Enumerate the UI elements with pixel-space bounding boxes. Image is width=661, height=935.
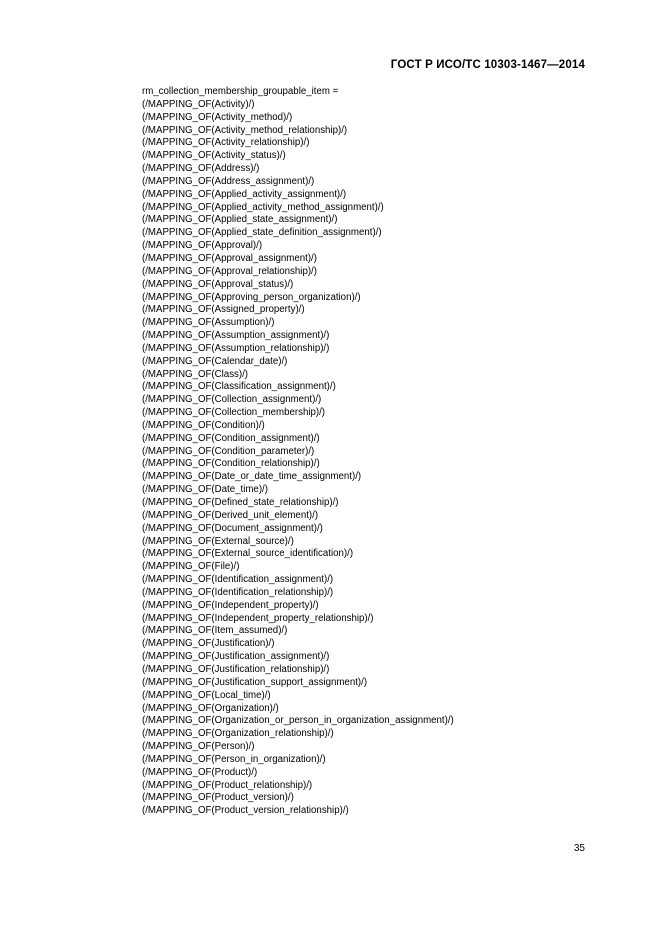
mapping-of-line: (/MAPPING_OF(Approval)/) [142,240,263,252]
mapping-of-line: (/MAPPING_OF(Assigned_property)/) [142,304,305,316]
mapping-of-line: (/MAPPING_OF(Document_assignment)/) [142,522,323,534]
mapping-of-list: (/MAPPING_OF(Activity)/) (/MAPPING_OF(Act… [142,99,622,818]
mapping-of-line: (/MAPPING_OF(Condition_relationship)/) [142,458,320,470]
mapping-of-line: (/MAPPING_OF(Independent_property)/) [142,599,319,611]
definition-title: rm_collection_membership_groupable_item … [142,86,339,97]
mapping-of-line: (/MAPPING_OF(External_source_identificat… [142,548,354,560]
mapping-definition-block: rm_collection_membership_groupable_item … [142,86,622,818]
mapping-of-line: (/MAPPING_OF(Activity_method)/) [142,111,293,123]
mapping-of-line: (/MAPPING_OF(Justification_support_assig… [142,676,368,688]
mapping-of-line: (/MAPPING_OF(Person)/) [142,741,255,753]
mapping-of-line: (/MAPPING_OF(Assumption_relationship)/) [142,342,330,354]
mapping-of-line: (/MAPPING_OF(Approving_person_organizati… [142,291,361,303]
mapping-of-line: (/MAPPING_OF(Organization)/) [142,702,279,714]
mapping-of-line: (/MAPPING_OF(Derived_unit_element)/) [142,509,319,521]
mapping-of-line: (/MAPPING_OF(Condition)/) [142,419,265,431]
mapping-of-line: (/MAPPING_OF(Approval_status)/) [142,278,294,290]
mapping-of-line: (/MAPPING_OF(Applied_state_definition_as… [142,227,382,239]
mapping-of-line: (/MAPPING_OF(Product_version_relationshi… [142,805,349,817]
mapping-of-line: (/MAPPING_OF(Date_time)/) [142,484,268,496]
mapping-of-line: (/MAPPING_OF(Organization_relationship)/… [142,728,334,740]
mapping-of-line: (/MAPPING_OF(Product_version)/) [142,792,294,804]
mapping-of-line: (/MAPPING_OF(Justification_assignment)/) [142,651,330,663]
mapping-of-line: (/MAPPING_OF(Identification_assignment)/… [142,574,334,586]
mapping-of-line: (/MAPPING_OF(Class)/) [142,368,249,380]
mapping-of-line: (/MAPPING_OF(Defined_state_relationship)… [142,497,339,508]
mapping-of-line: (/MAPPING_OF(Applied_activity_assignment… [142,188,347,200]
mapping-of-line: (/MAPPING_OF(Assumption)/) [142,317,275,329]
mapping-of-line: (/MAPPING_OF(Item_assumed)/) [142,625,288,637]
mapping-of-line: (/MAPPING_OF(Person_in_organization)/) [142,753,326,765]
mapping-of-line: (/MAPPING_OF(Assumption_assignment)/) [142,330,330,342]
mapping-of-line: (/MAPPING_OF(Collection_membership)/) [142,407,326,419]
mapping-of-line: (/MAPPING_OF(Justification)/) [142,638,275,650]
mapping-of-line: (/MAPPING_OF(Local_time)/) [142,689,271,701]
mapping-of-line: (/MAPPING_OF(File)/) [142,561,240,573]
mapping-of-line: (/MAPPING_OF(Product)/) [142,766,258,778]
mapping-of-line: (/MAPPING_OF(Product_relationship)/) [142,779,313,791]
mapping-of-line: (/MAPPING_OF(Date_or_date_time_assignmen… [142,471,362,483]
standard-header: ГОСТ Р ИСО/ТС 10303-1467—2014 [390,59,585,71]
mapping-of-line: (/MAPPING_OF(Independent_property_relati… [142,612,374,624]
mapping-of-line: (/MAPPING_OF(Activity_status)/) [142,150,286,162]
mapping-of-line: (/MAPPING_OF(Address)/) [142,163,260,175]
mapping-of-line: (/MAPPING_OF(Justification_relationship)… [142,663,330,675]
mapping-of-line: (/MAPPING_OF(Activity)/) [142,98,255,110]
mapping-of-line: (/MAPPING_OF(Condition_assignment)/) [142,432,320,444]
mapping-of-line: (/MAPPING_OF(Activity_method_relationshi… [142,124,348,136]
mapping-of-line: (/MAPPING_OF(Collection_assignment)/) [142,394,322,406]
mapping-of-line: (/MAPPING_OF(Classification_assignment)/… [142,381,336,393]
mapping-of-line: (/MAPPING_OF(External_source)/) [142,535,294,547]
mapping-of-line: (/MAPPING_OF(Activity_relationship)/) [142,137,310,149]
mapping-of-line: (/MAPPING_OF(Address_assignment)/) [142,175,315,187]
mapping-of-line: (/MAPPING_OF(Organization_or_person_in_o… [142,715,454,727]
mapping-of-line: (/MAPPING_OF(Applied_state_assignment)/) [142,214,338,226]
mapping-of-line: (/MAPPING_OF(Approval_assignment)/) [142,252,317,264]
mapping-of-line: (/MAPPING_OF(Condition_parameter)/) [142,445,315,457]
mapping-of-line: (/MAPPING_OF(Calendar_date)/) [142,355,288,367]
mapping-of-line: (/MAPPING_OF(Approval_relationship)/) [142,265,317,277]
mapping-of-line: (/MAPPING_OF(Identification_relationship… [142,586,334,598]
document-page: ГОСТ Р ИСО/ТС 10303-1467—2014 rm_collect… [0,0,661,935]
mapping-of-line: (/MAPPING_OF(Applied_activity_method_ass… [142,201,384,213]
page-number: 35 [573,843,585,854]
